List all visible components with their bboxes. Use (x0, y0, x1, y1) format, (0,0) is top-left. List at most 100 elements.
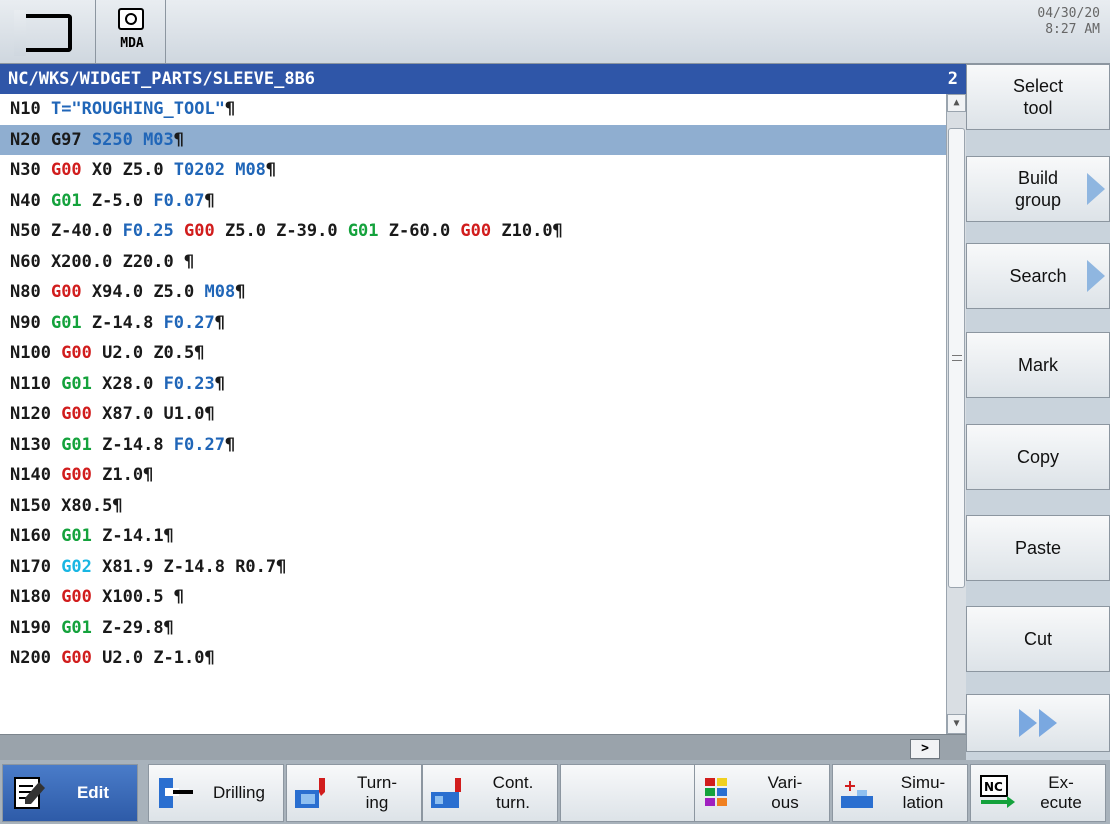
program-line[interactable]: N50 Z-40.0 F0.25 G00 Z5.0 Z-39.0 G01 Z-6… (0, 216, 946, 247)
softkey-label: group (1014, 190, 1062, 210)
code-token: N10 (10, 99, 51, 119)
code-token: G01 (347, 221, 379, 241)
code-token: M08 (204, 282, 236, 302)
program-line[interactable]: N60 X200.0 Z20.0 ¶ (0, 247, 946, 278)
softkey-vari[interactable]: Vari-ous (694, 764, 830, 822)
softkey-mark[interactable]: Mark (966, 332, 1110, 398)
edit-icon (9, 774, 49, 812)
softkey-label: ing (365, 793, 389, 812)
softkey-label: Vari- (767, 773, 803, 792)
softkey-ex[interactable]: NC Ex-ecute (970, 764, 1106, 822)
softkey-edit[interactable]: Edit (2, 764, 138, 822)
softkey-label: ecute (1040, 793, 1082, 812)
code-token: Z1.0¶ (91, 465, 154, 485)
code-token: N190 (10, 617, 62, 638)
code-token: G00 (61, 465, 92, 485)
code-token: G00 (50, 160, 82, 180)
mda-label: MDA (120, 36, 144, 51)
softkey-simu[interactable]: Simu-lation (832, 764, 968, 822)
softkey-cut[interactable]: Cut (966, 606, 1110, 672)
softkey-label: Paste (1014, 538, 1062, 558)
program-line[interactable]: N100 G00 U2.0 Z0.5¶ (0, 338, 946, 369)
program-line[interactable]: N110 G01 X28.0 F0.23¶ (0, 369, 946, 400)
code-token: Z-60.0 (378, 221, 461, 241)
code-token: ¶ (224, 99, 236, 119)
program-line[interactable]: N40 G01 Z-5.0 F0.07¶ (0, 186, 946, 217)
program-line[interactable]: N140 G00 Z1.0¶ (0, 460, 946, 491)
program-line[interactable]: N190 G01 Z-29.8¶ (0, 613, 946, 644)
softkey-empty[interactable] (560, 764, 696, 822)
code-token: N150 X80.5¶ (10, 495, 123, 516)
program-line[interactable]: N200 G00 U2.0 Z-1.0¶ (0, 643, 946, 674)
code-token: Z10.0¶ (491, 221, 563, 241)
program-line[interactable]: N180 G00 X100.5 ¶ (0, 582, 946, 613)
nc-execute-icon: NC (977, 774, 1017, 812)
code-token: N50 Z-40.0 (10, 221, 123, 241)
program-editor[interactable]: N10 T="ROUGHING_TOOL"¶ N20 G97 S250 M03¶ N… (0, 94, 946, 734)
code-token: G01 (61, 434, 92, 455)
code-token: N90 (10, 312, 51, 333)
code-token: G01 (50, 190, 82, 211)
scroll-down-icon[interactable]: ▼ (947, 714, 966, 734)
softkey-label: Select (1012, 76, 1064, 96)
program-line[interactable]: N10 T="ROUGHING_TOOL"¶ (0, 94, 946, 125)
softkey-copy[interactable]: Copy (966, 424, 1110, 490)
softkey-label: Search (1009, 266, 1067, 286)
softkey-label: turn. (495, 793, 531, 812)
vertical-scrollbar[interactable]: ▲ ▼ (946, 94, 966, 734)
forward-icon (1019, 709, 1037, 737)
program-line[interactable]: N160 G01 Z-14.1¶ (0, 521, 946, 552)
scroll-right-button[interactable]: > (910, 739, 940, 759)
program-path: NC/WKS/WIDGET_PARTS/SLEEVE_8B6 (8, 69, 316, 89)
softkey-label: Drilling (213, 783, 265, 802)
scroll-thumb[interactable] (948, 128, 965, 588)
drilling-icon (155, 774, 195, 812)
softkey-label: Turn- (357, 773, 397, 792)
code-token: N20 G97 (10, 129, 92, 150)
code-token: N110 (10, 373, 62, 394)
etc-softkey[interactable] (966, 694, 1110, 752)
softkey-search[interactable]: Search (966, 243, 1110, 309)
softkey-label: Edit (76, 783, 110, 802)
program-line[interactable]: N170 G02 X81.9 Z-14.8 R0.7¶ (0, 552, 946, 583)
code-token: G01 (50, 312, 82, 333)
code-token: N160 (10, 526, 62, 546)
code-token: F0.07 (153, 190, 205, 211)
softkey-turn[interactable]: Turn-ing (286, 764, 422, 822)
code-token: N180 (10, 587, 62, 607)
softkey-label: Mark (1018, 355, 1058, 375)
softkey-cont[interactable]: Cont. turn. (422, 764, 558, 822)
program-line[interactable]: N20 G97 S250 M03¶ (0, 124, 946, 155)
program-line[interactable]: N120 G00 X87.0 U1.0¶ (0, 399, 946, 430)
softkey-select[interactable]: Select tool (966, 64, 1110, 130)
code-token: N120 (10, 404, 62, 424)
code-token: T0202 M08 (173, 160, 266, 180)
softkey-label: Cut (1023, 629, 1052, 649)
code-token: G00 (61, 404, 92, 424)
code-token: G00 (50, 282, 82, 302)
softkey-label: tool (1023, 98, 1053, 118)
code-token: G01 (61, 373, 92, 394)
program-line[interactable]: N90 G01 Z-14.8 F0.27¶ (0, 308, 946, 339)
program-line[interactable]: N80 G00 X94.0 Z5.0 M08¶ (0, 277, 946, 308)
softkey-build[interactable]: Build group (966, 156, 1110, 222)
softkey-paste[interactable]: Paste (966, 515, 1110, 581)
softkey-drilling[interactable]: Drilling (148, 764, 284, 822)
softkey-label: ous (771, 793, 799, 812)
forward-icon (1039, 709, 1057, 737)
mda-icon (118, 8, 144, 30)
program-line[interactable]: N150 X80.5¶ (0, 491, 946, 522)
code-token: X28.0 (91, 373, 164, 394)
code-token: G01 (61, 526, 92, 546)
program-line[interactable]: N130 G01 Z-14.8 F0.27¶ (0, 430, 946, 461)
code-token: X87.0 U1.0¶ (91, 404, 215, 424)
scroll-up-icon[interactable]: ▲ (947, 94, 966, 112)
svg-text:NC: NC (984, 780, 1003, 794)
horizontal-scroll-strip: > (0, 734, 966, 760)
softkey-label: Cont. (492, 773, 534, 792)
code-token: G01 (61, 617, 92, 638)
code-token: X81.9 Z-14.8 R0.7¶ (91, 556, 287, 577)
program-line[interactable]: N30 G00 X0 Z5.0 T0202 M08¶ (0, 155, 946, 186)
code-token: N130 (10, 434, 62, 455)
